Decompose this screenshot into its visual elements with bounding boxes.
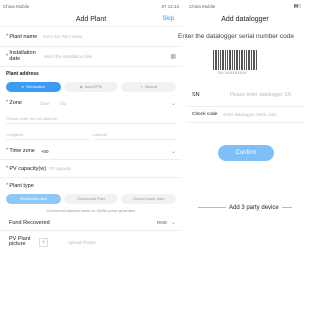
- country-select[interactable]: Zone: [40, 101, 50, 106]
- manual-button[interactable]: ✎ Manual: [121, 82, 177, 92]
- currency-value[interactable]: RMB: [157, 220, 167, 225]
- add-third-party-label[interactable]: Add 3 party device: [229, 205, 279, 211]
- calendar-icon[interactable]: ▦: [170, 53, 176, 60]
- upload-photos-hint: Upload Photos: [68, 239, 96, 245]
- ground-power-plant-option[interactable]: Ground power plant: [121, 194, 177, 204]
- confirm-button[interactable]: Confirm: [218, 144, 274, 161]
- chevron-down-icon[interactable]: ⌄: [171, 148, 176, 155]
- plant-name-input[interactable]: Enter the Plant name: [43, 34, 82, 39]
- longitude-input[interactable]: Longitude: [6, 130, 89, 140]
- latitude-input[interactable]: Latitude: [93, 130, 176, 140]
- barcode-caption: SN:XXXXXXXXX: [218, 71, 247, 76]
- plant-type-row: * Plant type: [6, 183, 34, 189]
- chevron-down-icon[interactable]: ⌄: [171, 100, 176, 107]
- coordinates-line: Longitude Latitude: [0, 127, 182, 143]
- gps-icon: ◉: [79, 85, 83, 89]
- pv-capacity-input[interactable]: PV capacity: [49, 166, 71, 171]
- auto-gps-button[interactable]: ◉ Auto(GPS): [63, 82, 119, 92]
- divider: [198, 207, 226, 208]
- page-title: Add datalogger: [221, 16, 269, 23]
- pencil-icon: ✎: [140, 85, 144, 89]
- address-input[interactable]: Please enter the full address: [6, 114, 176, 124]
- sn-row[interactable]: SN Please enter datalogger SN: [186, 85, 304, 107]
- plant-address-heading: Plant address: [6, 71, 39, 77]
- add-datalogger-screen: China Mobile ▮▮▯ Add datalogger Enter th…: [178, 0, 304, 315]
- pv-plant-picture-row: PV Plant picture + Upload Photos: [0, 231, 182, 253]
- carrier-label: China Mobile: [189, 3, 216, 9]
- installation-date-row[interactable]: * Installation date Select the installat…: [0, 47, 182, 67]
- city-select[interactable]: City: [59, 101, 66, 106]
- zone-row[interactable]: * Zone Zone City ⌄: [0, 95, 182, 111]
- status-bar: China Mobile 87 14:13: [0, 0, 182, 12]
- check-code-row[interactable]: Check code Enter datalogger check code: [186, 107, 304, 123]
- plant-type-options: Residential plant Commercial Plant Groun…: [0, 194, 182, 207]
- time-zone-row[interactable]: * Time zone +00 ⌄: [0, 143, 182, 160]
- pv-capacity-row[interactable]: * PV capacity(w) PV capacity: [0, 160, 182, 178]
- page-title: Add Plant: [75, 15, 107, 23]
- address-line: Please enter the full address: [0, 111, 182, 127]
- pv-plant-picture-label: PV Plant picture: [9, 235, 31, 247]
- check-code-label: Check code: [192, 111, 218, 117]
- location-mode-buttons: ● Get location ◉ Auto(GPS) ✎ Manual: [0, 79, 182, 95]
- plant-name-label: Plant name: [9, 33, 38, 40]
- residential-plant-option[interactable]: Residential plant: [6, 194, 61, 204]
- signal-icon: ▮▮▯: [293, 3, 301, 8]
- time-zone-value: +00: [40, 148, 49, 154]
- chevron-down-icon[interactable]: ⌄: [171, 219, 176, 226]
- plant-type-note: Commercial standard based on 10kWh power…: [46, 209, 136, 213]
- carrier-label: China Mobile: [3, 3, 30, 9]
- skip-button[interactable]: Skip: [162, 16, 174, 22]
- location-pin-icon: ●: [21, 85, 24, 89]
- status-bar: China Mobile ▮▮▯: [186, 0, 304, 12]
- time-zone-label: Time zone: [9, 148, 35, 154]
- installation-date-label: Installation date: [9, 50, 36, 62]
- commercial-plant-option[interactable]: Commercial Plant: [63, 194, 119, 204]
- nav-bar: Add datalogger: [186, 12, 304, 27]
- sn-input[interactable]: Please enter datalogger SN: [230, 92, 291, 98]
- sn-label: SN: [192, 92, 200, 98]
- installation-date-input[interactable]: Select the installation date: [43, 54, 92, 59]
- add-third-party-row[interactable]: Add 3 party device: [186, 205, 304, 211]
- check-code-input[interactable]: Enter datalogger check code: [223, 112, 276, 117]
- add-plant-screen: China Mobile 87 14:13 Add Plant Skip * P…: [0, 0, 182, 315]
- plant-type-label: Plant type: [9, 183, 34, 189]
- datalogger-intro: Enter the datalogger serial number code: [178, 33, 294, 40]
- plus-icon[interactable]: +: [39, 237, 48, 247]
- pv-capacity-label: PV capacity(w): [9, 165, 47, 172]
- fund-recovered-label: Fund Recovered: [9, 219, 50, 226]
- status-right: 87 14:13: [161, 3, 179, 9]
- get-location-button[interactable]: ● Get location: [6, 82, 61, 92]
- nav-bar: Add Plant Skip: [0, 12, 182, 27]
- divider: [281, 207, 292, 208]
- plant-name-row[interactable]: * Plant name Enter the Plant name: [0, 27, 182, 47]
- zone-label: Zone: [9, 100, 22, 106]
- barcode-image: SN:XXXXXXXXX: [210, 46, 262, 81]
- fund-recovered-row[interactable]: Fund Recovered RMB ⌄: [0, 215, 182, 231]
